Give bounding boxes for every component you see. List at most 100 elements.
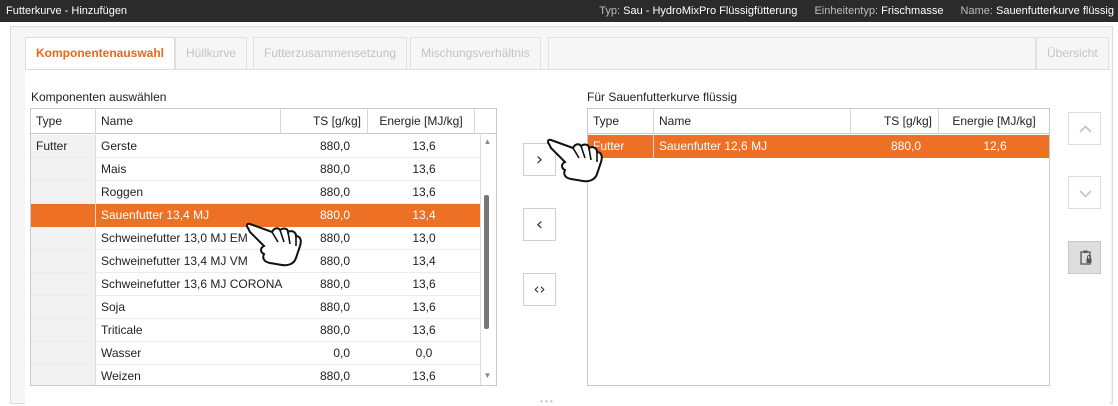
chevron-down-icon xyxy=(1079,190,1092,198)
name-value: Sauenfutterkurve flüssig xyxy=(995,5,1114,17)
cell-ts: 880,0 xyxy=(281,365,368,385)
tab-content: Komponenten auswählen Type Name TS [g/kg… xyxy=(25,69,1110,404)
remove-component-button[interactable]: ‹ xyxy=(523,208,556,241)
table-row[interactable]: Schweinefutter 13,6 MJ CORONA 880,0 13,6 xyxy=(31,273,496,296)
cell-energie: 13,6 xyxy=(368,319,480,342)
cell-energie: 12,6 xyxy=(939,135,1049,158)
title-meta: Typ: Sau - HydroMixPro Flüssigfütterung … xyxy=(599,0,1114,22)
cell-name: Wasser xyxy=(96,342,281,365)
cell-type: Futter xyxy=(588,135,654,158)
cell-energie: 13,6 xyxy=(368,158,480,181)
cell-type xyxy=(31,365,96,385)
column-header-energie[interactable]: Energie [MJ/kg] xyxy=(939,109,1049,134)
chevron-left-icon: ‹ xyxy=(535,214,544,235)
cell-energie: 13,6 xyxy=(368,365,480,385)
chevron-left-right-icon: ‹› xyxy=(533,280,546,298)
cell-ts: 880,0 xyxy=(281,227,368,250)
clipboard-lock-icon xyxy=(1080,250,1092,265)
cell-type xyxy=(31,227,96,250)
selected-components-table: Type Name TS [g/kg] Energie [MJ/kg] Futt… xyxy=(587,108,1050,386)
cell-ts: 880,0 xyxy=(281,181,368,204)
cell-name: Soja xyxy=(96,296,281,319)
cell-ts: 880,0 xyxy=(281,319,368,342)
cell-type xyxy=(31,319,96,342)
cell-energie: 0,0 xyxy=(368,342,480,365)
selected-table-header: Type Name TS [g/kg] Energie [MJ/kg] xyxy=(588,109,1049,134)
scrollbar-thumb[interactable] xyxy=(484,195,489,329)
available-table-scrollbar[interactable]: ▲ ▼ xyxy=(480,135,494,385)
cell-type xyxy=(31,158,96,181)
table-row[interactable]: Futter Gerste 880,0 13,6 xyxy=(31,135,496,158)
chevron-right-icon: › xyxy=(535,149,544,170)
column-header-type[interactable]: Type xyxy=(588,109,654,134)
add-component-button[interactable]: › xyxy=(523,143,556,176)
type-label: Typ: xyxy=(599,5,621,17)
unit-value: Frischmasse xyxy=(881,5,944,17)
cell-ts: 880,0 xyxy=(281,204,368,227)
cell-name: Schweinefutter 13,0 MJ EM xyxy=(96,227,281,250)
move-up-button[interactable] xyxy=(1068,112,1101,145)
cell-ts: 880,0 xyxy=(281,296,368,319)
column-header-type[interactable]: Type xyxy=(31,109,96,134)
available-table-header: Type Name TS [g/kg] Energie [MJ/kg] xyxy=(31,109,496,134)
tab-mischungsverhaeltnis[interactable]: Mischungsverhältnis xyxy=(410,37,541,69)
tab-uebersicht[interactable]: Übersicht xyxy=(1036,37,1109,69)
unit-label: Einheitentyp: xyxy=(814,5,879,17)
name-label: Name: xyxy=(960,5,993,17)
window-title: Futterkurve - Hinzufügen xyxy=(6,5,128,17)
chevron-up-icon xyxy=(1079,125,1092,133)
cell-type xyxy=(31,342,96,365)
cell-energie: 13,6 xyxy=(368,181,480,204)
cell-name: Schweinefutter 13,6 MJ CORONA xyxy=(96,273,282,296)
table-row[interactable]: Triticale 880,0 13,6 xyxy=(31,319,496,342)
table-row[interactable]: Schweinefutter 13,4 MJ VM 880,0 13,4 xyxy=(31,250,496,273)
title-bar: Futterkurve - Hinzufügen Typ: Sau - Hydr… xyxy=(0,0,1118,22)
cell-ts: 880,0 xyxy=(281,250,368,273)
cell-energie: 13,0 xyxy=(368,227,480,250)
cell-name: Schweinefutter 13,4 MJ VM xyxy=(96,250,281,273)
cell-name: Sauenfutter 12,6 MJ xyxy=(654,135,851,158)
cell-ts: 880,0 xyxy=(281,135,368,158)
cell-energie: 13,6 xyxy=(368,135,480,158)
tab-futterzusammensetzung[interactable]: Futterzusammensetzung xyxy=(253,37,408,69)
table-row[interactable]: Soja 880,0 13,6 xyxy=(31,296,496,319)
table-row[interactable]: Futter Sauenfutter 12,6 MJ 880,0 12,6 xyxy=(588,135,1049,158)
table-row[interactable]: Sauenfutter 13,4 MJ 880,0 13,4 xyxy=(31,204,496,227)
tab-komponentenauswahl[interactable]: Komponentenauswahl xyxy=(25,37,176,70)
cell-name: Roggen xyxy=(96,181,281,204)
selected-components-heading: Für Sauenfutterkurve flüssig xyxy=(587,90,738,104)
scroll-down-icon[interactable]: ▼ xyxy=(483,371,492,381)
table-row[interactable]: Weizen 880,0 13,6 xyxy=(31,365,496,385)
table-row[interactable]: Mais 880,0 13,6 xyxy=(31,158,496,181)
column-header-ts[interactable]: TS [g/kg] xyxy=(281,109,368,134)
cell-type: Futter xyxy=(31,135,96,158)
splitter-handle[interactable]: • • • xyxy=(540,398,562,406)
tab-bar: Komponentenauswahl Hüllkurve Futterzusam… xyxy=(25,37,1110,70)
tab-bar-filler xyxy=(548,37,1036,69)
available-components-table: Type Name TS [g/kg] Energie [MJ/kg] Futt… xyxy=(30,108,497,386)
cell-energie: 13,4 xyxy=(368,250,480,273)
cell-type xyxy=(31,273,96,296)
table-row[interactable]: Schweinefutter 13,0 MJ EM 880,0 13,0 xyxy=(31,227,496,250)
column-header-name[interactable]: Name xyxy=(654,109,851,134)
move-down-button[interactable] xyxy=(1068,176,1101,209)
scroll-up-icon[interactable]: ▲ xyxy=(483,137,492,147)
table-row[interactable]: Roggen 880,0 13,6 xyxy=(31,181,496,204)
tab-huellkurve[interactable]: Hüllkurve xyxy=(175,37,248,69)
cell-ts: 880,0 xyxy=(281,158,368,181)
table-row[interactable]: Wasser 0,0 0,0 xyxy=(31,342,496,365)
cell-energie: 13,6 xyxy=(368,273,480,296)
cell-name: Gerste xyxy=(96,135,281,158)
column-header-name[interactable]: Name xyxy=(96,109,281,134)
cell-type xyxy=(31,181,96,204)
cell-ts: 0,0 xyxy=(281,342,368,365)
dialog-panel: Komponentenauswahl Hüllkurve Futterzusam… xyxy=(10,26,1113,404)
available-components-heading: Komponenten auswählen xyxy=(31,90,167,104)
cell-name: Mais xyxy=(96,158,281,181)
swap-components-button[interactable]: ‹› xyxy=(523,273,556,306)
cell-type xyxy=(31,250,96,273)
clipboard-button[interactable] xyxy=(1068,241,1101,274)
cell-type xyxy=(31,296,96,319)
column-header-energie[interactable]: Energie [MJ/kg] xyxy=(368,109,475,134)
column-header-ts[interactable]: TS [g/kg] xyxy=(851,109,939,134)
